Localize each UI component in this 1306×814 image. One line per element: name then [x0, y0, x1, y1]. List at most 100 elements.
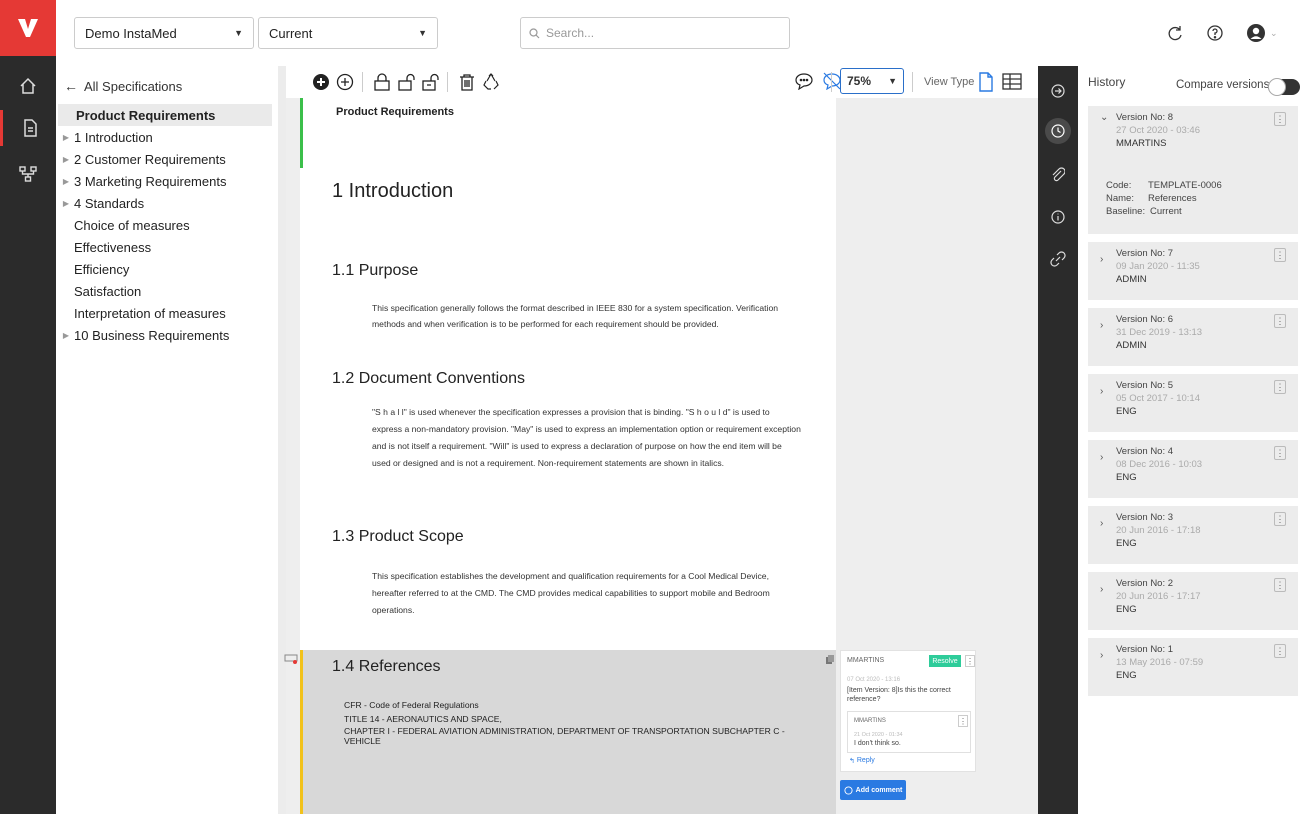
- version-card[interactable]: › Version No: 6 31 Dec 2019 - 13:13 ADMIN ⋮: [1088, 308, 1298, 366]
- home-icon[interactable]: [0, 68, 56, 104]
- version-number: Version No: 8: [1116, 112, 1174, 123]
- caret-right-icon[interactable]: ▶: [58, 199, 74, 208]
- version-menu-icon[interactable]: ⋮: [1274, 314, 1286, 328]
- tree-item[interactable]: ▶ 3 Marketing Requirements: [58, 170, 272, 192]
- version-card[interactable]: › Version No: 4 08 Dec 2016 - 10:03 ENG ⋮: [1088, 440, 1298, 498]
- history-icon[interactable]: [1045, 118, 1071, 144]
- comment-text: [Item Version: 8]Is this the correct ref…: [847, 687, 951, 703]
- compare-versions-toggle[interactable]: [1268, 78, 1300, 96]
- editor-toolbar: 75% ▼ View Type: [286, 66, 1038, 98]
- unlock-all-icon[interactable]: [419, 71, 441, 93]
- tree-item[interactable]: ▶ 1 Introduction: [58, 126, 272, 148]
- user-menu[interactable]: ⌄: [1246, 23, 1278, 43]
- conventions-paragraph[interactable]: "S h a l l" is used whenever the specifi…: [372, 404, 802, 472]
- help-icon[interactable]: [1206, 24, 1224, 47]
- tree-item[interactable]: Product Requirements: [58, 104, 272, 126]
- add-outline-icon[interactable]: [334, 71, 356, 93]
- chevron-right-icon: ›: [1100, 254, 1104, 265]
- tree-item[interactable]: ▶ 4 Standards: [58, 192, 272, 214]
- version-card[interactable]: › Version No: 7 09 Jan 2020 - 11:35 ADMIN ⋮: [1088, 242, 1298, 300]
- tree-item[interactable]: Interpretation of measures: [58, 302, 272, 324]
- add-filled-icon[interactable]: [310, 71, 332, 93]
- heading-introduction[interactable]: 1 Introduction: [332, 180, 453, 203]
- baseline-select-value: Current: [269, 25, 313, 41]
- version-card[interactable]: › Version No: 2 20 Jun 2016 - 17:17 ENG ⋮: [1088, 572, 1298, 630]
- version-number: Version No: 1: [1116, 644, 1174, 655]
- caret-right-icon[interactable]: ▶: [58, 155, 74, 164]
- reply-menu-icon[interactable]: ⋮: [958, 715, 968, 727]
- version-menu-icon[interactable]: ⋮: [1274, 112, 1286, 126]
- version-card-expanded[interactable]: ⌄ Version No: 8 27 Oct 2020 - 03:46 MMAR…: [1088, 106, 1298, 234]
- comment-menu-icon[interactable]: ⋮: [965, 655, 975, 667]
- hide-comments-icon[interactable]: [822, 72, 842, 95]
- version-user: ADMIN: [1116, 340, 1147, 351]
- version-date: 09 Jan 2020 - 11:35: [1116, 261, 1200, 272]
- heading-document-conventions[interactable]: 1.2 Document Conventions: [332, 370, 525, 388]
- hierarchy-icon[interactable]: [0, 156, 56, 192]
- baseline-value: Current: [1150, 206, 1182, 217]
- resolve-button[interactable]: Resolve: [929, 655, 961, 667]
- attachment-icon[interactable]: [1045, 162, 1071, 188]
- document-icon[interactable]: [0, 110, 56, 146]
- version-user: ENG: [1116, 670, 1137, 681]
- version-menu-icon[interactable]: ⋮: [1274, 578, 1286, 592]
- version-menu-icon[interactable]: ⋮: [1274, 512, 1286, 526]
- version-card[interactable]: › Version No: 3 20 Jun 2016 - 17:18 ENG ⋮: [1088, 506, 1298, 564]
- tree-item[interactable]: Effectiveness: [58, 236, 272, 258]
- version-user: MMARTINS: [1116, 138, 1167, 149]
- app-logo[interactable]: [0, 0, 56, 56]
- tree-scrollbar[interactable]: [278, 66, 286, 814]
- version-number: Version No: 5: [1116, 380, 1174, 391]
- tree-item[interactable]: Choice of measures: [58, 214, 272, 236]
- recycle-icon[interactable]: [480, 71, 502, 93]
- references-section-selected[interactable]: 1.4 References CFR - Code of Federal Reg…: [300, 650, 836, 814]
- copy-icon[interactable]: [826, 651, 835, 669]
- tree-item[interactable]: ▶ 10 Business Requirements: [58, 324, 272, 346]
- version-card[interactable]: › Version No: 5 05 Oct 2017 - 10:14 ENG ⋮: [1088, 374, 1298, 432]
- add-comment-label: Add comment: [855, 786, 903, 794]
- references-line-3: CHAPTER I - FEDERAL AVIATION ADMINISTRAT…: [344, 726, 785, 746]
- heading-purpose[interactable]: 1.1 Purpose: [332, 262, 418, 280]
- unlock-icon[interactable]: [395, 71, 417, 93]
- tree-item[interactable]: Efficiency: [58, 258, 272, 280]
- caret-right-icon[interactable]: ▶: [58, 177, 74, 186]
- reply-link[interactable]: ↰ Reply: [849, 757, 875, 765]
- project-select[interactable]: Demo InstaMed ▼: [74, 17, 254, 49]
- caret-right-icon[interactable]: ▶: [58, 133, 74, 142]
- status-bar-yellow: [300, 650, 303, 814]
- comments-icon[interactable]: [794, 72, 814, 95]
- document-view-icon[interactable]: [978, 72, 994, 97]
- version-menu-icon[interactable]: ⋮: [1274, 446, 1286, 460]
- version-user: ADMIN: [1116, 274, 1147, 285]
- version-menu-icon[interactable]: ⋮: [1274, 380, 1286, 394]
- baseline-select[interactable]: Current ▼: [258, 17, 438, 49]
- reply-author: MMARTINS: [854, 718, 886, 724]
- search-input[interactable]: Search...: [520, 17, 790, 49]
- comment-marker-icon[interactable]: [284, 651, 298, 669]
- tree-item[interactable]: Satisfaction: [58, 280, 272, 302]
- add-comment-button[interactable]: Add comment: [840, 780, 906, 800]
- tree-item[interactable]: ▶ 2 Customer Requirements: [58, 148, 272, 170]
- version-date: 13 May 2016 - 07:59: [1116, 657, 1204, 668]
- zoom-select[interactable]: 75% ▼: [840, 68, 904, 94]
- info-icon[interactable]: [1045, 204, 1071, 230]
- caret-right-icon[interactable]: ▶: [58, 331, 74, 340]
- trash-icon[interactable]: [456, 71, 478, 93]
- all-specifications-label: All Specifications: [84, 78, 183, 94]
- comment-card: MMARTINS Resolve ⋮ 07 Oct 2020 - 13:16 […: [840, 650, 976, 772]
- refresh-icon[interactable]: [1166, 24, 1184, 47]
- heading-product-scope[interactable]: 1.3 Product Scope: [332, 528, 464, 546]
- version-card[interactable]: › Version No: 1 13 May 2016 - 07:59 ENG ⋮: [1088, 638, 1298, 696]
- table-view-icon[interactable]: [1002, 73, 1022, 95]
- lock-icon[interactable]: [371, 71, 393, 93]
- collapse-panel-icon[interactable]: [1045, 78, 1071, 104]
- link-icon[interactable]: [1045, 246, 1071, 272]
- chevron-down-icon: ⌄: [1270, 27, 1278, 38]
- scope-paragraph[interactable]: This specification establishes the devel…: [372, 568, 802, 619]
- version-number: Version No: 2: [1116, 578, 1174, 589]
- purpose-paragraph[interactable]: This specification generally follows the…: [372, 300, 802, 332]
- chevron-down-icon: ▼: [888, 76, 897, 86]
- version-menu-icon[interactable]: ⋮: [1274, 248, 1286, 262]
- all-specifications-link[interactable]: ← All Specifications: [64, 78, 182, 94]
- version-menu-icon[interactable]: ⋮: [1274, 644, 1286, 658]
